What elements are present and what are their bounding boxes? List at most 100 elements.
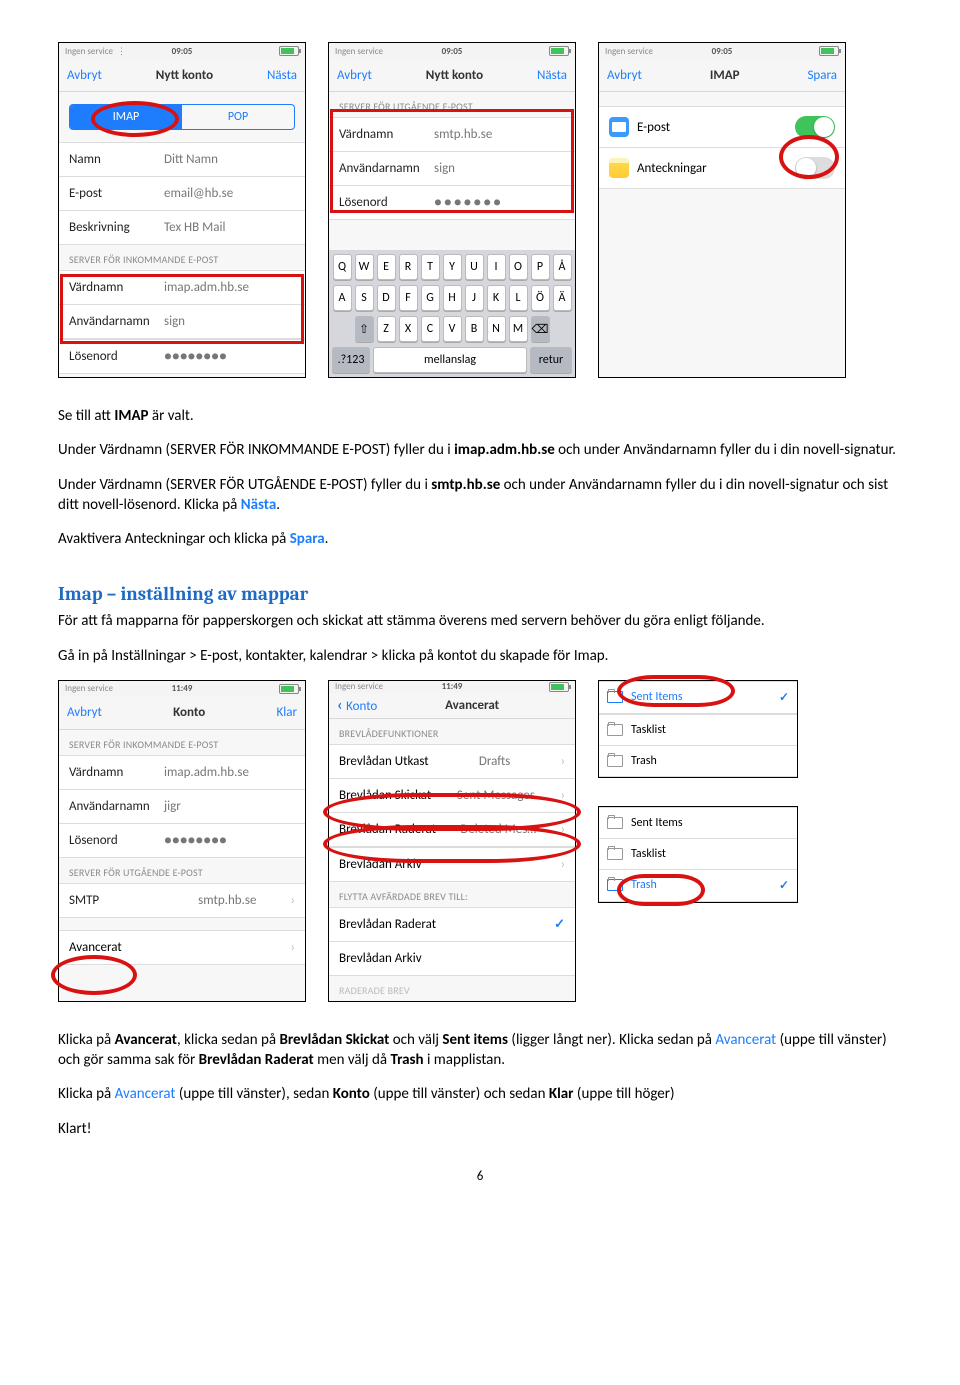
screenshot-row-2: Ingen service 11:49 Avbryt Konto Klar SE… (58, 680, 902, 1002)
done-button[interactable]: Klar (276, 705, 297, 720)
shift-key[interactable]: ⇧ (355, 316, 374, 342)
status-bar: Ingen service 09:05 (329, 43, 575, 59)
description-field[interactable]: BeskrivningTex HB Mail (59, 211, 305, 245)
key-s[interactable]: S (355, 285, 374, 311)
key-t[interactable]: T (421, 254, 440, 280)
drafts-row[interactable]: Brevlådan UtkastDrafts› (329, 744, 575, 779)
key-c[interactable]: C (421, 316, 440, 342)
mail-icon (609, 117, 629, 137)
status-bar: Ingen service 11:49 (59, 681, 305, 697)
key-k[interactable]: K (487, 285, 506, 311)
key-v[interactable]: V (443, 316, 462, 342)
key-r[interactable]: R (399, 254, 418, 280)
folder-trash[interactable]: Trash (599, 746, 797, 777)
key-p[interactable]: P (531, 254, 550, 280)
battery-icon (819, 46, 839, 56)
email-field[interactable]: E-postemail@hb.se (59, 177, 305, 211)
instruction-1: Se till att IMAP är valt. (58, 406, 902, 426)
incoming-header: SERVER FÖR INKOMMANDE E-POST (59, 730, 305, 755)
deleted-row[interactable]: Brevlådan RaderatDeleted Mes…› (329, 813, 575, 847)
instruction-3: Under Värdnamn (SERVER FÖR UTGÅENDE E-PO… (58, 475, 902, 516)
move-archive-row[interactable]: Brevlådan Arkiv (329, 942, 575, 976)
mail-toggle[interactable] (795, 116, 835, 138)
password-in-field[interactable]: Lösenord●●●●●●●● (59, 339, 305, 374)
back-button[interactable]: Konto (337, 696, 377, 715)
key-o[interactable]: O (509, 254, 528, 280)
move-deleted-row[interactable]: Brevlådan Raderat✓ (329, 907, 575, 942)
numbers-key[interactable]: .?123 (332, 347, 370, 373)
folder-icon (607, 879, 623, 891)
instruction-4: Avaktivera Anteckningar och klicka på Sp… (58, 529, 902, 549)
folder-tasklist[interactable]: Tasklist (599, 714, 797, 746)
instruction-8: Klicka på Avancerat (uppe till vänster),… (58, 1084, 902, 1104)
cancel-button[interactable]: Avbryt (67, 705, 102, 720)
imap-tab[interactable]: IMAP (70, 105, 182, 129)
key-x[interactable]: X (399, 316, 418, 342)
password-out-field[interactable]: Lösenord●●●●●●● (329, 186, 575, 220)
folder-trash[interactable]: Trash✓ (599, 870, 797, 902)
navbar: Avbryt Nytt konto Nästa (329, 59, 575, 92)
username-in-field[interactable]: Användarnamnsign (59, 305, 305, 339)
key-w[interactable]: W (355, 254, 374, 280)
cancel-button[interactable]: Avbryt (337, 68, 372, 83)
key-ö[interactable]: Ö (531, 285, 550, 311)
folder-sent-items[interactable]: Sent Items (599, 807, 797, 839)
key-e[interactable]: E (377, 254, 396, 280)
folder-icon (607, 848, 623, 860)
key-b[interactable]: B (465, 316, 484, 342)
navbar: Konto Avancerat (329, 693, 575, 719)
pop-tab[interactable]: POP (182, 105, 294, 129)
key-a[interactable]: A (333, 285, 352, 311)
space-key[interactable]: mellanslag (373, 347, 527, 373)
key-f[interactable]: F (399, 285, 418, 311)
key-d[interactable]: D (377, 285, 396, 311)
key-q[interactable]: Q (333, 254, 352, 280)
archive-row[interactable]: Brevlådan Arkiv› (329, 847, 575, 882)
key-y[interactable]: Y (443, 254, 462, 280)
clock: 09:05 (599, 46, 845, 57)
key-m[interactable]: M (509, 316, 528, 342)
next-button[interactable]: Nästa (267, 68, 297, 83)
return-key[interactable]: retur (530, 347, 572, 373)
instruction-9: Klart! (58, 1119, 902, 1139)
next-button[interactable]: Nästa (537, 68, 567, 83)
notes-icon (609, 158, 629, 178)
cancel-button[interactable]: Avbryt (607, 68, 642, 83)
folder-sent-items[interactable]: Sent Items✓ (599, 681, 797, 714)
hostname-in-field[interactable]: Värdnamnimap.adm.hb.se (59, 270, 305, 305)
cancel-button[interactable]: Avbryt (67, 68, 102, 83)
key-g[interactable]: G (421, 285, 440, 311)
key-ä[interactable]: Ä (553, 285, 572, 311)
advanced-row[interactable]: Avancerat› (59, 930, 305, 965)
key-h[interactable]: H (443, 285, 462, 311)
outgoing-header: SERVER FÖR UTGÅENDE E-POST (329, 92, 575, 117)
hostname-out-field[interactable]: Värdnamnsmtp.hb.se (329, 117, 575, 152)
smtp-row[interactable]: SMTPsmtp.hb.se› (59, 883, 305, 918)
save-button[interactable]: Spara (807, 68, 837, 83)
notes-toggle[interactable] (795, 157, 835, 179)
phone-nytt-konto-2: Ingen service 09:05 Avbryt Nytt konto Nä… (328, 42, 576, 378)
key-l[interactable]: L (509, 285, 528, 311)
password-in-field[interactable]: Lösenord●●●●●●●● (59, 824, 305, 858)
folder-list-sent: Sent Items✓ Tasklist Trash (598, 680, 798, 778)
status-bar: Ingen service 11:49 (329, 681, 575, 693)
backspace-key[interactable]: ⌫ (531, 316, 550, 342)
phone-nytt-konto-1: Ingen service⋮ 09:05 Avbryt Nytt konto N… (58, 42, 306, 378)
key-z[interactable]: Z (377, 316, 396, 342)
username-in-field[interactable]: Användarnamnjigr (59, 790, 305, 824)
folder-tasklist[interactable]: Tasklist (599, 839, 797, 870)
move-discarded-header: FLYTTA AVFÄRDADE BREV TILL: (329, 882, 575, 907)
key-n[interactable]: N (487, 316, 506, 342)
hostname-in-field[interactable]: Värdnamnimap.adm.hb.se (59, 755, 305, 790)
key-å[interactable]: Å (553, 254, 572, 280)
keyboard[interactable]: QWERTYUIOPÅ ASDFGHJKLÖÄ ⇧ ZXCVBNM⌫ .?123… (329, 250, 575, 377)
name-field[interactable]: NamnDitt Namn (59, 142, 305, 177)
page-title: Konto (173, 705, 205, 720)
page-number: 6 (58, 1169, 902, 1184)
segmented-control[interactable]: IMAP POP (69, 104, 295, 130)
key-j[interactable]: J (465, 285, 484, 311)
sent-row[interactable]: Brevlådan SkickatSent Messages› (329, 779, 575, 813)
key-i[interactable]: I (487, 254, 506, 280)
username-out-field[interactable]: Användarnamnsign (329, 152, 575, 186)
key-u[interactable]: U (465, 254, 484, 280)
